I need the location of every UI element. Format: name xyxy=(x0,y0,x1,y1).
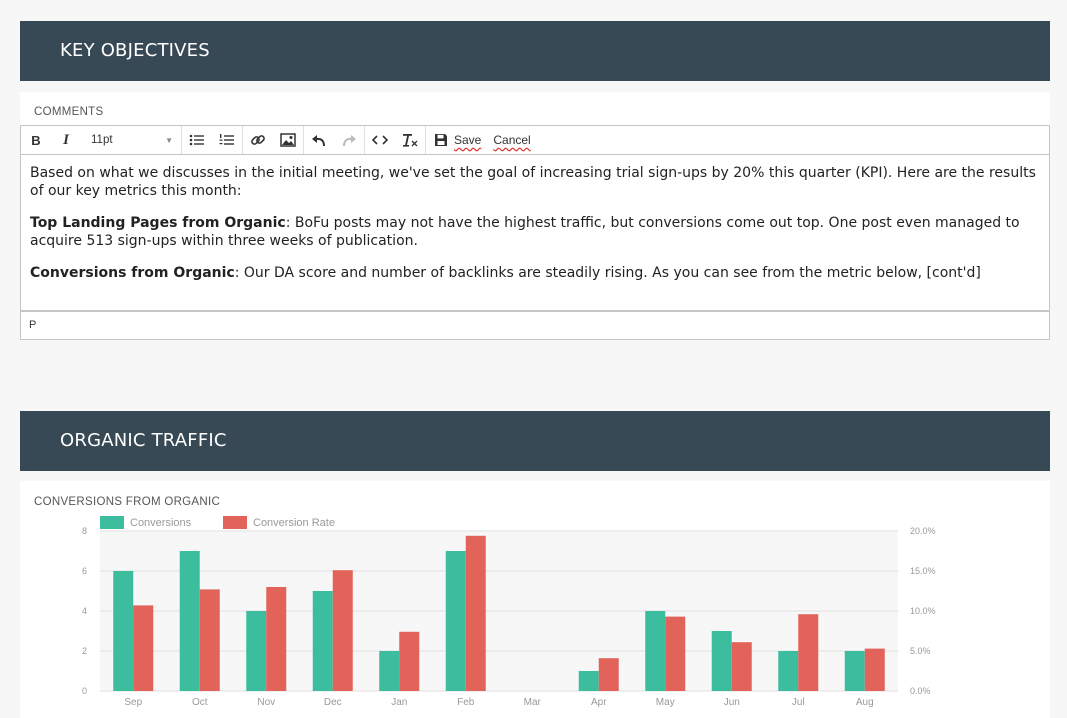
bar-conversion-rate xyxy=(399,631,420,691)
paragraph-text: : Our DA score and number of backlinks a… xyxy=(234,265,981,281)
editor-toolbar: B I 11pt ▼ Save Cancel xyxy=(20,125,1050,155)
organic-traffic-header: ORGANIC TRAFFIC xyxy=(20,411,1050,471)
element-path[interactable]: P xyxy=(29,319,36,331)
chart-panel: CONVERSIONS FROM ORGANIC Conversions Con… xyxy=(20,481,1050,718)
bar-conversions xyxy=(645,611,666,691)
y-tick-label-left: 8 xyxy=(82,526,87,536)
bar-conversion-rate xyxy=(598,658,619,691)
numbered-list-button[interactable] xyxy=(212,126,242,154)
bar-conversion-rate xyxy=(465,535,486,691)
y-tick-label-left: 2 xyxy=(82,646,87,656)
y-tick-label-right: 0.0% xyxy=(910,686,931,696)
bar-conversion-rate xyxy=(864,648,885,691)
y-tick-label-right: 15.0% xyxy=(910,566,936,576)
y-tick-label-right: 20.0% xyxy=(910,526,936,536)
key-objectives-header: KEY OBJECTIVES xyxy=(20,21,1050,81)
editor-paragraph: Based on what we discusses in the initia… xyxy=(30,165,1036,199)
conversions-chart: 0 0.0% 2 5.0% 4 10.0% 6 15.0% 8 20.0% Sep Oct Nov Dec… xyxy=(82,526,936,708)
bar-conversions xyxy=(844,651,865,691)
x-tick-label: Nov xyxy=(257,697,275,708)
bar-conversions xyxy=(445,551,466,691)
link-icon xyxy=(251,135,265,145)
clear-formatting-icon xyxy=(403,133,418,147)
bar-conversion-rate xyxy=(798,614,819,691)
bar-conversions xyxy=(113,571,134,691)
editor-paragraph: Conversions from Organic: Our DA score a… xyxy=(30,264,1040,282)
code-icon xyxy=(372,135,388,145)
save-button[interactable]: Save xyxy=(426,126,487,154)
comment-editor[interactable]: Based on what we discusses in the initia… xyxy=(20,154,1050,311)
comments-label: COMMENTS xyxy=(34,106,104,118)
undo-icon xyxy=(312,135,325,147)
cancel-button[interactable]: Cancel xyxy=(487,126,536,154)
image-button[interactable] xyxy=(273,126,303,154)
y-tick-label-left: 0 xyxy=(82,686,87,696)
bullet-list-button[interactable] xyxy=(182,126,212,154)
redo-button[interactable] xyxy=(334,126,364,154)
x-tick-label: Dec xyxy=(324,697,342,708)
x-tick-label: Jan xyxy=(391,697,407,708)
bar-conversions xyxy=(246,611,267,691)
source-code-button[interactable] xyxy=(365,126,395,154)
editor-paragraph: Top Landing Pages from Organic: BoFu pos… xyxy=(30,214,1040,250)
y-tick-label-right: 10.0% xyxy=(910,606,936,616)
x-tick-label: Aug xyxy=(856,697,874,708)
numbered-list-icon xyxy=(219,134,234,145)
bar-conversion-rate xyxy=(199,589,220,691)
editor-statusbar: P xyxy=(20,311,1050,340)
x-tick-label: Mar xyxy=(524,697,542,708)
bold-heading: Top Landing Pages from Organic xyxy=(30,215,286,231)
bar-conversion-rate xyxy=(731,642,752,691)
bar-conversion-rate xyxy=(133,605,154,691)
bar-conversions xyxy=(778,651,799,691)
bar-conversions xyxy=(379,651,400,691)
bar-conversion-rate xyxy=(665,616,686,691)
bar-conversion-rate xyxy=(266,587,287,691)
bar-conversion-rate xyxy=(332,570,353,691)
x-tick-label: Oct xyxy=(192,697,208,708)
bar-conversions xyxy=(179,551,200,691)
x-tick-label: Sep xyxy=(124,697,142,708)
y-tick-label-left: 4 xyxy=(82,606,87,616)
x-tick-label: Apr xyxy=(591,697,607,708)
cancel-label: Cancel xyxy=(493,133,531,147)
save-icon xyxy=(435,134,447,146)
font-size-value: 11pt xyxy=(91,134,113,146)
save-label: Save xyxy=(454,133,482,147)
bar-conversions xyxy=(312,591,333,691)
clear-formatting-button[interactable] xyxy=(395,126,425,154)
x-tick-label: May xyxy=(656,697,675,708)
bar-conversions xyxy=(711,631,732,691)
link-button[interactable] xyxy=(243,126,273,154)
comments-panel: COMMENTS B I 11pt ▼ Save Cancel Based on… xyxy=(20,92,1050,340)
x-tick-label: Jul xyxy=(792,697,805,708)
image-icon xyxy=(280,133,296,147)
undo-button[interactable] xyxy=(304,126,334,154)
bold-button[interactable]: B xyxy=(21,126,51,154)
y-tick-label-left: 6 xyxy=(82,566,87,576)
italic-button[interactable]: I xyxy=(51,126,81,154)
bullet-list-icon xyxy=(189,134,204,146)
bold-heading: Conversions from Organic xyxy=(30,265,235,281)
bar-conversions xyxy=(578,671,599,691)
font-size-select[interactable]: 11pt ▼ xyxy=(81,126,181,154)
x-tick-label: Feb xyxy=(457,697,475,708)
chevron-down-icon: ▼ xyxy=(165,135,173,145)
y-tick-label-right: 5.0% xyxy=(910,646,931,656)
x-tick-label: Jun xyxy=(724,697,740,708)
redo-icon xyxy=(343,135,356,147)
